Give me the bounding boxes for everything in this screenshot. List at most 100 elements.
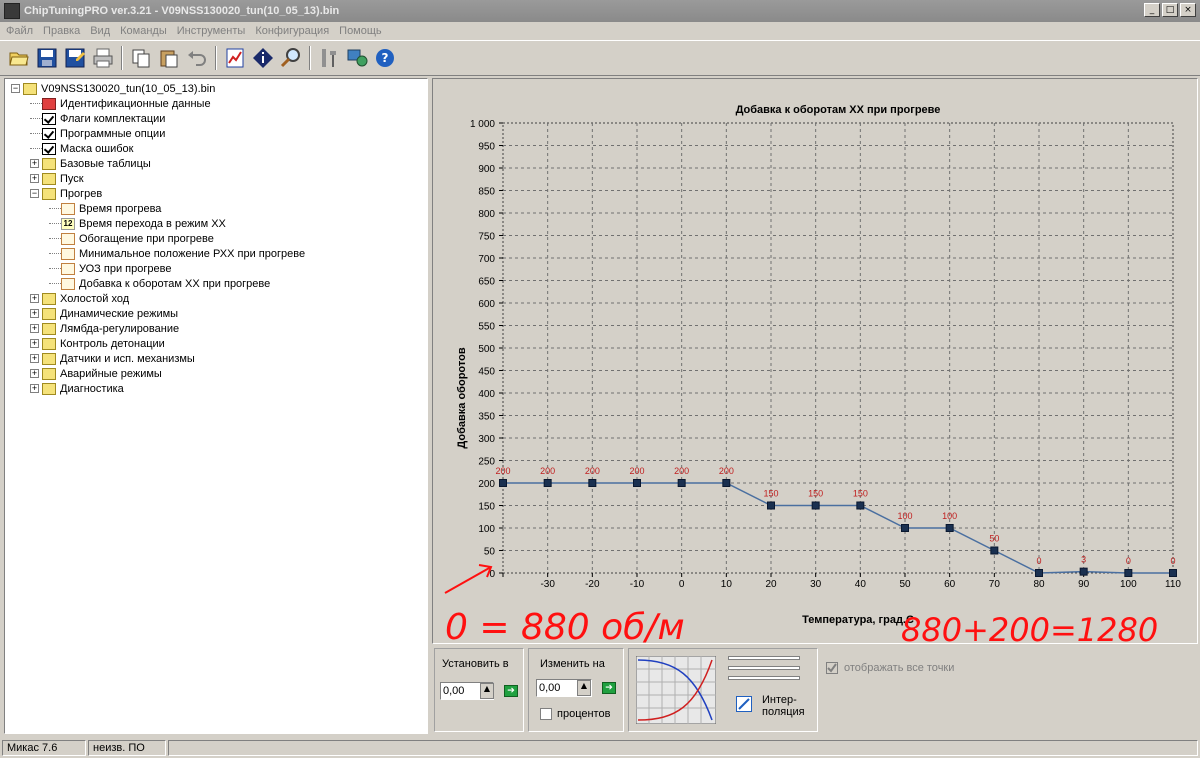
settings-button[interactable] [316,45,342,71]
tree-root[interactable]: − V09NSS130020_tun(10_05_13).bin [11,81,215,96]
data-label: 200 [674,466,689,476]
tree-item[interactable]: 12 Время перехода в режим ХХ [49,216,226,231]
tree-expander[interactable]: + [30,354,39,363]
search-button[interactable] [278,45,304,71]
percent-checkbox[interactable] [540,708,552,720]
undo-button[interactable] [184,45,210,71]
percent-label: процентов [557,708,611,720]
data-label: 3 [1081,555,1086,565]
tree-item[interactable]: + Базовые таблицы [30,156,151,171]
folder-open-icon [9,52,29,66]
menu-configuration[interactable]: Конфигурация [255,25,329,37]
minimize-button[interactable]: _ [1144,3,1160,17]
menu-commands[interactable]: Команды [120,25,167,37]
tree-item[interactable]: Идентификационные данные [30,96,211,111]
y-tick-label: 450 [478,367,495,378]
tree-item[interactable]: + Лямбда-регулирование [30,321,179,336]
tree-item-label: Датчики и исп. механизмы [60,352,195,365]
folder-icon [42,322,56,335]
tree-item[interactable]: Программные опции [30,126,165,141]
tree-view[interactable]: − V09NSS130020_tun(10_05_13).bin Идентифик… [4,78,428,734]
tree-item-label: Программные опции [60,127,166,140]
tree-expander[interactable]: − [30,189,39,198]
x-tick-label: 60 [944,579,956,590]
tree-expander[interactable]: + [30,339,39,348]
tree-expander[interactable]: + [30,174,39,183]
interpolation-slider-3[interactable] [728,676,800,680]
tree-item[interactable]: + Холостой ход [30,291,129,306]
tree-connector [49,247,61,254]
tree-item[interactable]: УОЗ при прогреве [49,261,171,276]
tree-item[interactable]: + Аварийные режимы [30,366,162,381]
tree-item[interactable]: Добавка к оборотам ХХ при прогреве [49,276,270,291]
y-tick-label: 700 [478,254,495,265]
tree-item[interactable]: Маска ошибок [30,141,133,156]
info-icon [253,48,273,68]
tree-item-label: УОЗ при прогреве [79,262,172,275]
chart-button[interactable] [222,45,248,71]
data-point [811,501,820,510]
tree-item[interactable]: + Диагностика [30,381,124,396]
tree-item[interactable]: + Датчики и исп. механизмы [30,351,195,366]
maximize-button[interactable]: □ [1162,3,1178,17]
tree-item-label: Маска ошибок [60,142,134,155]
open-button[interactable] [6,45,32,71]
info-button[interactable] [250,45,276,71]
interpolation-button[interactable] [736,696,752,712]
menu-tools[interactable]: Инструменты [177,25,246,37]
save-button[interactable] [34,45,60,71]
data-label: 150 [763,489,778,499]
x-tick-label: 50 [899,579,911,590]
tree-item[interactable]: Флаги комплектации [30,111,165,126]
toolbar-separator [309,46,311,70]
tree-expander[interactable]: + [30,369,39,378]
interpolation-slider-1[interactable] [728,656,800,660]
menu-help[interactable]: Помощь [339,25,382,37]
copy-button[interactable] [128,45,154,71]
check-icon [42,127,56,140]
menu-file[interactable]: Файл [6,25,33,37]
tree-item[interactable]: Минимальное положение РХХ при прогреве [49,246,305,261]
tree-expander[interactable]: + [30,384,39,393]
help-button[interactable]: ? [372,45,398,71]
tree-item[interactable]: + Пуск [30,171,84,186]
tree-item[interactable]: Время прогрева [49,201,161,216]
data-label: 0 [1170,556,1175,566]
folder-icon [42,367,56,380]
tree-expander[interactable]: + [30,294,39,303]
menu-view[interactable]: Вид [90,25,110,37]
set-value-apply-button[interactable]: ➔ [504,685,518,697]
tree-connector [49,232,61,239]
data-label: 0 [1126,556,1131,566]
close-button[interactable]: × [1180,3,1196,17]
change-value-spinner[interactable]: ▲ [577,680,591,696]
tree-expander[interactable]: + [30,324,39,333]
set-value-spinner[interactable]: ▲ [480,683,494,699]
y-tick-label: 250 [478,457,495,468]
tree-item[interactable]: + Динамические режимы [30,306,178,321]
save-as-button[interactable] [62,45,88,71]
paste-icon [160,50,178,68]
folder-icon [42,292,56,305]
tree-item[interactable]: Обогащение при прогреве [49,231,214,246]
change-value-apply-button[interactable]: ➔ [602,682,616,694]
connect-button[interactable] [344,45,370,71]
tree-expander[interactable]: + [30,159,39,168]
interpolation-slider-2[interactable] [728,666,800,670]
paste-button[interactable] [156,45,182,71]
print-button[interactable] [90,45,116,71]
set-value-label: Установить в [442,658,509,670]
show-all-points-checkbox[interactable] [826,662,838,674]
chart-icon [226,48,244,68]
tree-expander[interactable]: + [30,309,39,318]
tree-expander[interactable]: − [11,84,20,93]
data-label: 100 [942,511,957,521]
chart-title: Добавка к оборотам ХХ при прогреве [736,104,941,116]
tree-item[interactable]: + Контроль детонации [30,336,165,351]
menu-edit[interactable]: Правка [43,25,80,37]
title-bar: ChipTuningPRO ver.3.21 - V09NSS130020_tu… [0,0,1200,22]
y-tick-label: 300 [478,434,495,445]
y-tick-label: 550 [478,322,495,333]
tree-item[interactable]: − Прогрев [30,186,102,201]
y-tick-label: 950 [478,142,495,153]
